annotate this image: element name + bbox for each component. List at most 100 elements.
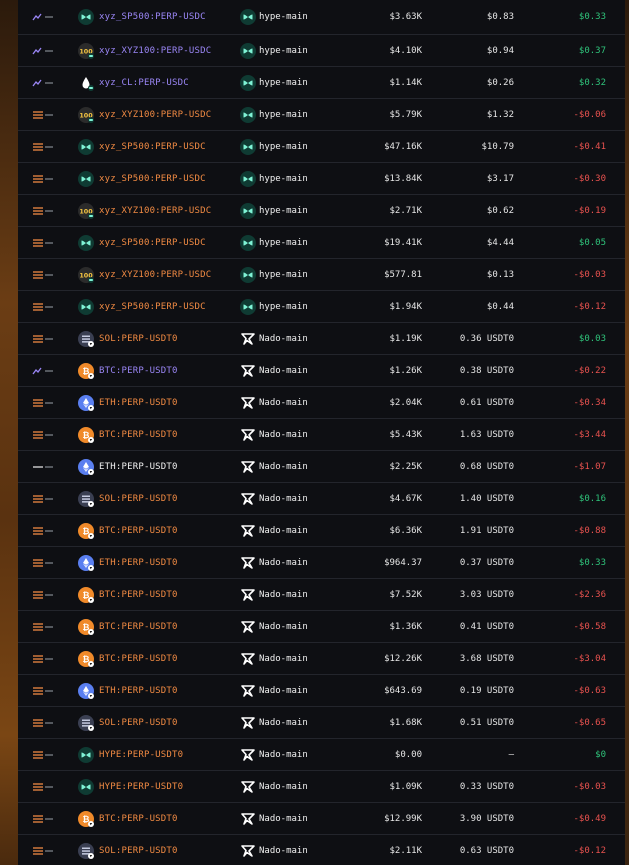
symbol-label[interactable]: ETH:PERP-USDT0 (99, 558, 178, 568)
table-row[interactable]: ETH:PERP-USDT0 Nado-main $2.25K 0.68 USD… (18, 451, 625, 483)
position-value: $2.11K (389, 845, 422, 856)
table-row[interactable]: xyz_SP500:PERP-USDC hype-main $19.41K $4… (18, 227, 625, 259)
position-value: $1.19K (389, 333, 422, 344)
eth-icon (78, 682, 94, 699)
symbol-label[interactable]: xyz_XYZ100:PERP-USDC (99, 206, 211, 216)
table-row[interactable]: 100 xyz_XYZ100:PERP-USDC hype-main $2.71… (18, 195, 625, 227)
nado-icon (240, 747, 256, 763)
position-pnl: $0.33 (578, 557, 606, 568)
lines-icon (32, 397, 54, 409)
position-price: 0.51 USDT0 (459, 717, 514, 728)
lines-icon (32, 557, 54, 569)
symbol-label[interactable]: ETH:PERP-USDT0 (99, 398, 178, 408)
position-value: $7.52K (389, 589, 422, 600)
symbol-label[interactable]: BTC:PERP-USDT0 (99, 654, 178, 664)
symbol-label[interactable]: SOL:PERP-USDT0 (99, 718, 178, 728)
table-row[interactable]: 100 xyz_XYZ100:PERP-USDC hype-main $4.10… (18, 35, 625, 67)
positions-table: xyz_SP500:PERP-USDC hype-main $3.63K $0.… (18, 0, 625, 865)
symbol-label[interactable]: xyz_SP500:PERP-USDC (99, 12, 206, 22)
symbol-label[interactable]: BTC:PERP-USDT0 (99, 814, 178, 824)
lines-icon (32, 525, 54, 537)
table-row[interactable]: ₿ BTC:PERP-USDT0 Nado-main $1.26K 0.38 U… (18, 355, 625, 387)
btc-icon: ₿ (78, 586, 94, 603)
nado-icon (240, 843, 256, 859)
symbol-label[interactable]: SOL:PERP-USDT0 (99, 334, 178, 344)
table-row[interactable]: SOL:PERP-USDT0 Nado-main $1.68K 0.51 USD… (18, 707, 625, 739)
symbol-label[interactable]: ETH:PERP-USDT0 (99, 462, 178, 472)
lines-icon (32, 781, 54, 793)
position-price: 0.37 USDT0 (459, 557, 514, 568)
symbol-label[interactable]: SOL:PERP-USDT0 (99, 846, 178, 856)
position-price: 3.90 USDT0 (459, 813, 514, 824)
symbol-label[interactable]: xyz_CL:PERP-USDC (99, 78, 189, 88)
btc-icon: ₿ (78, 618, 94, 635)
table-row[interactable]: SOL:PERP-USDT0 Nado-main $4.67K 1.40 USD… (18, 483, 625, 515)
position-pnl: -$0.12 (573, 845, 606, 856)
position-price: 1.91 USDT0 (459, 525, 514, 536)
position-pnl: -$0.19 (573, 205, 606, 216)
position-price: $1.32 (486, 109, 514, 120)
table-row[interactable]: HYPE:PERP-USDT0 Nado-main $0.00 — $0 (18, 739, 625, 771)
position-pnl: $0.03 (578, 333, 606, 344)
symbol-label[interactable]: xyz_XYZ100:PERP-USDC (99, 110, 211, 120)
position-value: $1.09K (389, 781, 422, 792)
symbol-label[interactable]: BTC:PERP-USDT0 (99, 430, 178, 440)
symbol-label[interactable]: BTC:PERP-USDT0 (99, 526, 178, 536)
table-row[interactable]: ₿ BTC:PERP-USDT0 Nado-main $6.36K 1.91 U… (18, 515, 625, 547)
nado-icon (240, 779, 256, 795)
table-row[interactable]: SOL:PERP-USDT0 Nado-main $2.11K 0.63 USD… (18, 835, 625, 865)
account-label: hype-main (259, 12, 308, 22)
position-pnl: -$0.88 (573, 525, 606, 536)
account-label: Nado-main (259, 365, 308, 376)
position-price: 3.03 USDT0 (459, 589, 514, 600)
table-row[interactable]: HYPE:PERP-USDT0 Nado-main $1.09K 0.33 US… (18, 771, 625, 803)
symbol-label[interactable]: SOL:PERP-USDT0 (99, 494, 178, 504)
symbol-label[interactable]: xyz_XYZ100:PERP-USDC (99, 270, 211, 280)
position-value: $4.67K (389, 493, 422, 504)
table-row[interactable]: 100 xyz_XYZ100:PERP-USDC hype-main $577.… (18, 259, 625, 291)
table-row[interactable]: xyz_SP500:PERP-USDC hype-main $47.16K $1… (18, 131, 625, 163)
table-row[interactable]: ₿ BTC:PERP-USDT0 Nado-main $12.26K 3.68 … (18, 643, 625, 675)
symbol-label[interactable]: xyz_SP500:PERP-USDC (99, 174, 206, 184)
nado-icon (240, 331, 256, 347)
nado-icon (240, 491, 256, 507)
position-pnl: -$0.63 (573, 685, 606, 696)
table-row[interactable]: ₿ BTC:PERP-USDT0 Nado-main $1.36K 0.41 U… (18, 611, 625, 643)
table-row[interactable]: ₿ BTC:PERP-USDT0 Nado-main $5.43K 1.63 U… (18, 419, 625, 451)
symbol-label[interactable]: xyz_SP500:PERP-USDC (99, 302, 206, 312)
symbol-label[interactable]: xyz_SP500:PERP-USDC (99, 238, 206, 248)
symbol-label[interactable]: BTC:PERP-USDT0 (99, 622, 178, 632)
position-pnl: -$0.41 (573, 141, 606, 152)
table-row[interactable]: ETH:PERP-USDT0 Nado-main $2.04K 0.61 USD… (18, 387, 625, 419)
lines-icon (32, 269, 54, 281)
flat-icon (32, 461, 54, 473)
table-row[interactable]: xyz_CL:PERP-USDC hype-main $1.14K $0.26 … (18, 67, 625, 99)
table-row[interactable]: xyz_SP500:PERP-USDC hype-main $13.84K $3… (18, 163, 625, 195)
table-row[interactable]: ₿ BTC:PERP-USDT0 Nado-main $7.52K 3.03 U… (18, 579, 625, 611)
symbol-label[interactable]: HYPE:PERP-USDT0 (99, 750, 183, 760)
table-row[interactable]: ETH:PERP-USDT0 Nado-main $643.69 0.19 US… (18, 675, 625, 707)
symbol-label[interactable]: HYPE:PERP-USDT0 (99, 782, 183, 792)
hype-icon (78, 9, 94, 25)
position-value: $1.14K (389, 77, 422, 88)
table-row[interactable]: SOL:PERP-USDT0 Nado-main $1.19K 0.36 USD… (18, 323, 625, 355)
table-row[interactable]: ₿ BTC:PERP-USDT0 Nado-main $12.99K 3.90 … (18, 803, 625, 835)
window-frame-right (625, 0, 629, 865)
eth-icon (78, 394, 94, 411)
account-label: Nado-main (259, 525, 308, 536)
symbol-label[interactable]: ETH:PERP-USDT0 (99, 686, 178, 696)
symbol-label[interactable]: BTC:PERP-USDT0 (99, 590, 178, 600)
symbol-label[interactable]: xyz_SP500:PERP-USDC (99, 142, 206, 152)
hype-icon (240, 74, 256, 91)
account-label: Nado-main (259, 845, 308, 856)
account-label: Nado-main (259, 749, 308, 760)
position-value: $47.16K (384, 141, 422, 152)
table-row[interactable]: ETH:PERP-USDT0 Nado-main $964.37 0.37 US… (18, 547, 625, 579)
position-pnl: $0 (595, 749, 606, 760)
symbol-label[interactable]: BTC:PERP-USDT0 (99, 366, 178, 376)
symbol-label[interactable]: xyz_XYZ100:PERP-USDC (99, 46, 211, 56)
table-row[interactable]: xyz_SP500:PERP-USDC hype-main $3.63K $0.… (18, 0, 625, 35)
table-row[interactable]: xyz_SP500:PERP-USDC hype-main $1.94K $0.… (18, 291, 625, 323)
table-row[interactable]: 100 xyz_XYZ100:PERP-USDC hype-main $5.79… (18, 99, 625, 131)
sol-icon (78, 330, 94, 347)
